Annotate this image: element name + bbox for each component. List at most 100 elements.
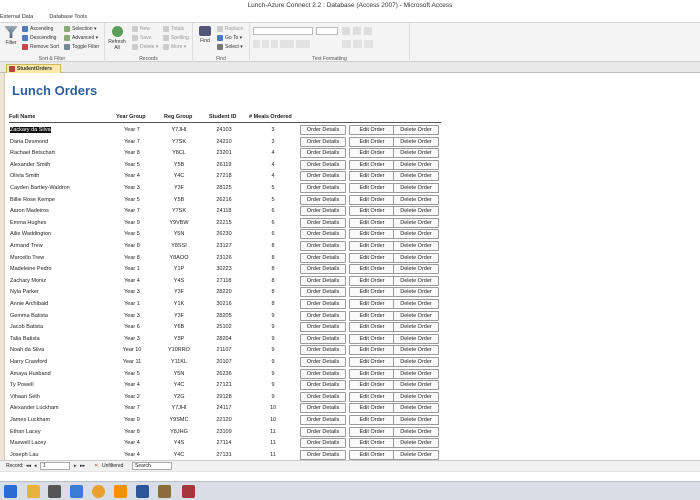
order-details-button[interactable]: Order Details (300, 275, 346, 286)
order-details-button[interactable]: Order Details (300, 241, 346, 251)
cell-year-group[interactable]: Year 5 (116, 371, 148, 377)
file-explorer-icon[interactable] (27, 485, 40, 498)
cell-meals-ordered[interactable]: 8 (261, 255, 285, 261)
cell-year-group[interactable]: Year 1 (116, 301, 148, 307)
find-button[interactable]: Find (195, 26, 215, 44)
previous-record-button[interactable]: ◂ (34, 461, 37, 471)
cell-meals-ordered[interactable]: 9 (261, 313, 285, 319)
order-details-button[interactable]: Order Details (300, 148, 346, 159)
cell-full-name[interactable]: Jacob Batista (10, 324, 43, 330)
cell-full-name[interactable]: Alexander Smith (10, 162, 50, 168)
cell-meals-ordered[interactable]: 4 (261, 162, 285, 168)
delete-order-button[interactable]: Delete Order (393, 194, 439, 205)
cell-meals-ordered[interactable]: 5 (261, 197, 285, 203)
cell-full-name[interactable]: Ethan Lacey (10, 429, 41, 435)
edit-order-button[interactable]: Edit Order (349, 368, 395, 379)
cell-year-group[interactable]: Year 8 (116, 150, 148, 156)
cell-reg-group[interactable]: Y4C (164, 382, 194, 388)
cell-student-id[interactable]: 23126 (209, 255, 239, 261)
cell-reg-group[interactable]: Y4S (164, 440, 194, 446)
cell-full-name[interactable]: Zachary Moniz (10, 278, 46, 284)
cell-student-id[interactable]: 26230 (209, 231, 239, 237)
order-details-button[interactable]: Order Details (300, 217, 346, 228)
edit-order-button[interactable]: Edit Order (349, 310, 395, 321)
cell-year-group[interactable]: Year 6 (116, 324, 148, 330)
cell-reg-group[interactable]: Y7SK (164, 139, 194, 145)
cell-full-name[interactable]: Cayden Bartley-Waldron (10, 185, 70, 191)
delete-order-button[interactable]: Delete Order (393, 380, 439, 391)
order-details-button[interactable]: Order Details (300, 159, 346, 170)
cell-year-group[interactable]: Year 2 (116, 394, 148, 400)
cell-student-id[interactable]: 23109 (209, 429, 239, 435)
cell-full-name[interactable]: James Luckham (10, 417, 50, 423)
cell-student-id[interactable]: 24118 (209, 208, 239, 214)
cell-year-group[interactable]: Year 4 (116, 440, 148, 446)
cell-meals-ordered[interactable]: 10 (261, 405, 285, 411)
cell-student-id[interactable]: 30216 (209, 301, 239, 307)
delete-order-button[interactable]: Delete Order (393, 333, 439, 344)
cell-student-id[interactable]: 27218 (209, 173, 239, 179)
edit-order-button[interactable]: Edit Order (349, 229, 395, 240)
order-details-button[interactable]: Order Details (300, 194, 346, 205)
cell-student-id[interactable]: 27121 (209, 382, 239, 388)
cell-meals-ordered[interactable]: 4 (261, 173, 285, 179)
navigation-pane-collapsed[interactable] (0, 73, 5, 460)
cell-reg-group[interactable]: Y9SMC (164, 417, 194, 423)
cell-full-name[interactable]: Madeleine Pedro (10, 266, 52, 272)
order-details-button[interactable]: Order Details (300, 171, 346, 182)
cell-meals-ordered[interactable]: 4 (261, 150, 285, 156)
select-button[interactable]: Select ▾ (217, 44, 243, 50)
cell-reg-group[interactable]: Y4C (164, 452, 194, 458)
indent-icon[interactable] (364, 27, 372, 35)
order-details-button[interactable]: Order Details (300, 322, 346, 333)
cell-year-group[interactable]: Year 5 (116, 162, 148, 168)
order-details-button[interactable]: Order Details (300, 426, 346, 437)
cell-student-id[interactable]: 28204 (209, 336, 239, 342)
bullets-icon[interactable] (342, 27, 350, 35)
cell-meals-ordered[interactable]: 8 (261, 301, 285, 307)
cell-full-name[interactable]: Olivia Smith (10, 173, 39, 179)
cell-meals-ordered[interactable]: 3 (261, 139, 285, 145)
toggle-filter-button[interactable]: Toggle Filter (64, 44, 99, 50)
cell-year-group[interactable]: Year 9 (116, 220, 148, 226)
italic-icon[interactable] (262, 40, 269, 48)
cell-reg-group[interactable]: Y8SSI (164, 243, 194, 249)
cell-full-name[interactable]: Nyla Parker (10, 289, 39, 295)
cell-meals-ordered[interactable]: 6 (261, 231, 285, 237)
font-size-dropdown[interactable] (316, 27, 338, 35)
cell-year-group[interactable]: Year 7 (116, 127, 148, 133)
tab-database-tools[interactable]: Database Tools (41, 12, 95, 22)
cell-year-group[interactable]: Year 9 (116, 417, 148, 423)
cell-reg-group[interactable]: Y8JHG (164, 429, 194, 435)
cell-year-group[interactable]: Year 7 (116, 208, 148, 214)
cell-reg-group[interactable]: Y1K (164, 301, 194, 307)
edit-order-button[interactable]: Edit Order (349, 415, 395, 425)
cell-student-id[interactable]: 22215 (209, 220, 239, 226)
delete-order-button[interactable]: Delete Order (393, 449, 439, 460)
cell-reg-group[interactable]: Y1P (164, 266, 194, 272)
cell-student-id[interactable]: 28125 (209, 185, 239, 191)
order-details-button[interactable]: Order Details (300, 415, 346, 425)
cell-student-id[interactable]: 27118 (209, 278, 239, 284)
filter-button[interactable]: Filter (1, 26, 21, 46)
order-details-button[interactable]: Order Details (300, 380, 346, 391)
new-record-button[interactable]: New (132, 26, 150, 32)
edit-order-button[interactable]: Edit Order (349, 403, 395, 414)
edit-order-button[interactable]: Edit Order (349, 438, 395, 449)
cell-meals-ordered[interactable]: 8 (261, 289, 285, 295)
filter-status[interactable]: Unfiltered (102, 461, 123, 471)
delete-order-button[interactable]: Delete Order (393, 299, 439, 309)
cell-student-id[interactable]: 20107 (209, 359, 239, 365)
order-details-button[interactable]: Order Details (300, 333, 346, 344)
order-details-button[interactable]: Order Details (300, 357, 346, 367)
delete-record-button[interactable]: Delete ▾ (132, 44, 158, 50)
search-box[interactable]: Search (132, 462, 172, 470)
selection-button[interactable]: Selection ▾ (64, 26, 96, 32)
order-details-button[interactable]: Order Details (300, 264, 346, 275)
cell-meals-ordered[interactable]: 9 (261, 347, 285, 353)
cell-year-group[interactable]: Year 11 (116, 359, 148, 365)
delete-order-button[interactable]: Delete Order (393, 229, 439, 240)
delete-order-button[interactable]: Delete Order (393, 183, 439, 193)
cell-year-group[interactable]: Year 1 (116, 266, 148, 272)
delete-order-button[interactable]: Delete Order (393, 148, 439, 159)
